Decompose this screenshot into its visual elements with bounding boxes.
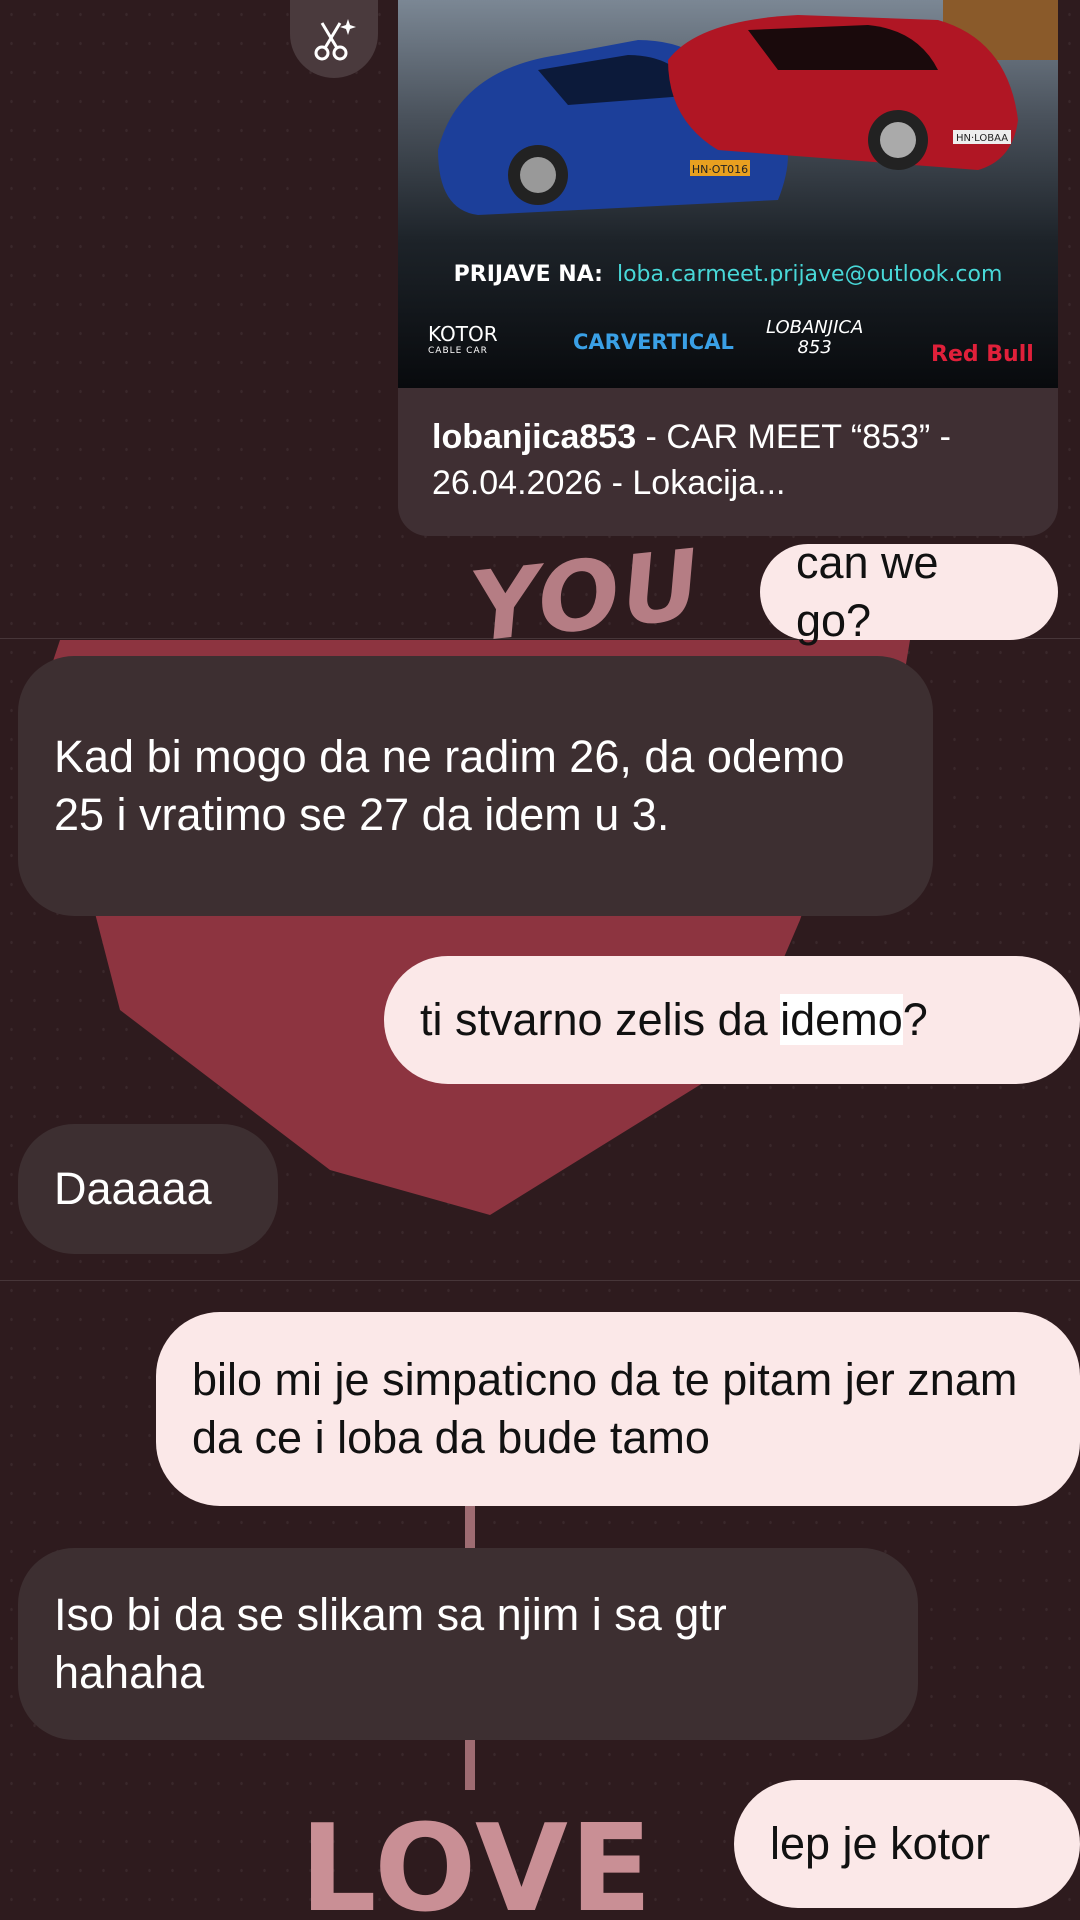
kotor-logo-text: KOTOR [428, 322, 498, 346]
kotor-logo-subtext: CABLE CAR [428, 346, 488, 356]
message-text: Iso bi da se slikam sa njim i sa gtr hah… [54, 1589, 727, 1698]
plate-left: HN·OT016 [692, 163, 748, 176]
lobanjica-logo: LOBANJICA 853 [766, 318, 863, 358]
message-text: lep je kotor [770, 1818, 991, 1869]
lobanjica-logo-number: 853 [797, 337, 832, 358]
message-sent[interactable]: ti stvarno zelis da idemo? [384, 956, 1080, 1084]
sponsor-logos: KOTOR CABLE CAR CARVERTICAL LOBANJICA 85… [398, 310, 1058, 370]
message-sent[interactable]: can we go? [760, 537, 1058, 646]
cars-illustration: HN·OT016 HN·LOBAA [438, 0, 1058, 215]
plate-right: HN·LOBAA [956, 133, 1008, 144]
wallpaper-word-love: LOVE [300, 1800, 654, 1920]
signup-email: loba.carmeet.prijave@outlook.com [616, 262, 1003, 287]
lobanjica-logo-text: LOBANJICA [766, 317, 864, 338]
message-text: can we go? [796, 537, 939, 646]
scissors-sparkle-icon [314, 19, 356, 61]
message-received[interactable]: Iso bi da se slikam sa njim i sa gtr hah… [18, 1548, 918, 1740]
post-author: lobanjica853 [432, 418, 637, 456]
kotor-cable-car-logo: KOTOR CABLE CAR [428, 322, 498, 356]
message-text: Daaaaa [54, 1163, 212, 1214]
message-received[interactable]: Daaaaa [18, 1124, 278, 1254]
post-image: HN·OT016 HN·LOBAA PRIJAVE NA: loba.carmee… [398, 0, 1058, 388]
message-sent[interactable]: lep je kotor [734, 1780, 1080, 1908]
message-text: Kad bi mogo da ne radim 26, da odemo 25 … [54, 731, 845, 840]
message-text: ti stvarno zelis da idemo? [420, 994, 928, 1045]
divider [0, 1280, 1080, 1281]
message-received[interactable]: Kad bi mogo da ne radim 26, da odemo 25 … [18, 656, 933, 916]
shared-post-card[interactable]: HN·OT016 HN·LOBAA PRIJAVE NA: loba.carmee… [398, 0, 1058, 536]
redbull-logo: Red Bull [931, 342, 1034, 367]
signup-line: PRIJAVE NA: loba.carmeet.prijave@outlook.… [398, 262, 1058, 287]
highlighted-word: idemo [780, 994, 903, 1045]
signup-label: PRIJAVE NA: [453, 262, 603, 287]
post-caption: lobanjica853 - CAR MEET “853” - 26.04.20… [432, 414, 1032, 506]
message-text: bilo mi je simpaticno da te pitam jer zn… [192, 1354, 1018, 1463]
message-sent[interactable]: bilo mi je simpaticno da te pitam jer zn… [156, 1312, 1080, 1506]
carvertical-logo: CARVERTICAL [573, 330, 734, 354]
